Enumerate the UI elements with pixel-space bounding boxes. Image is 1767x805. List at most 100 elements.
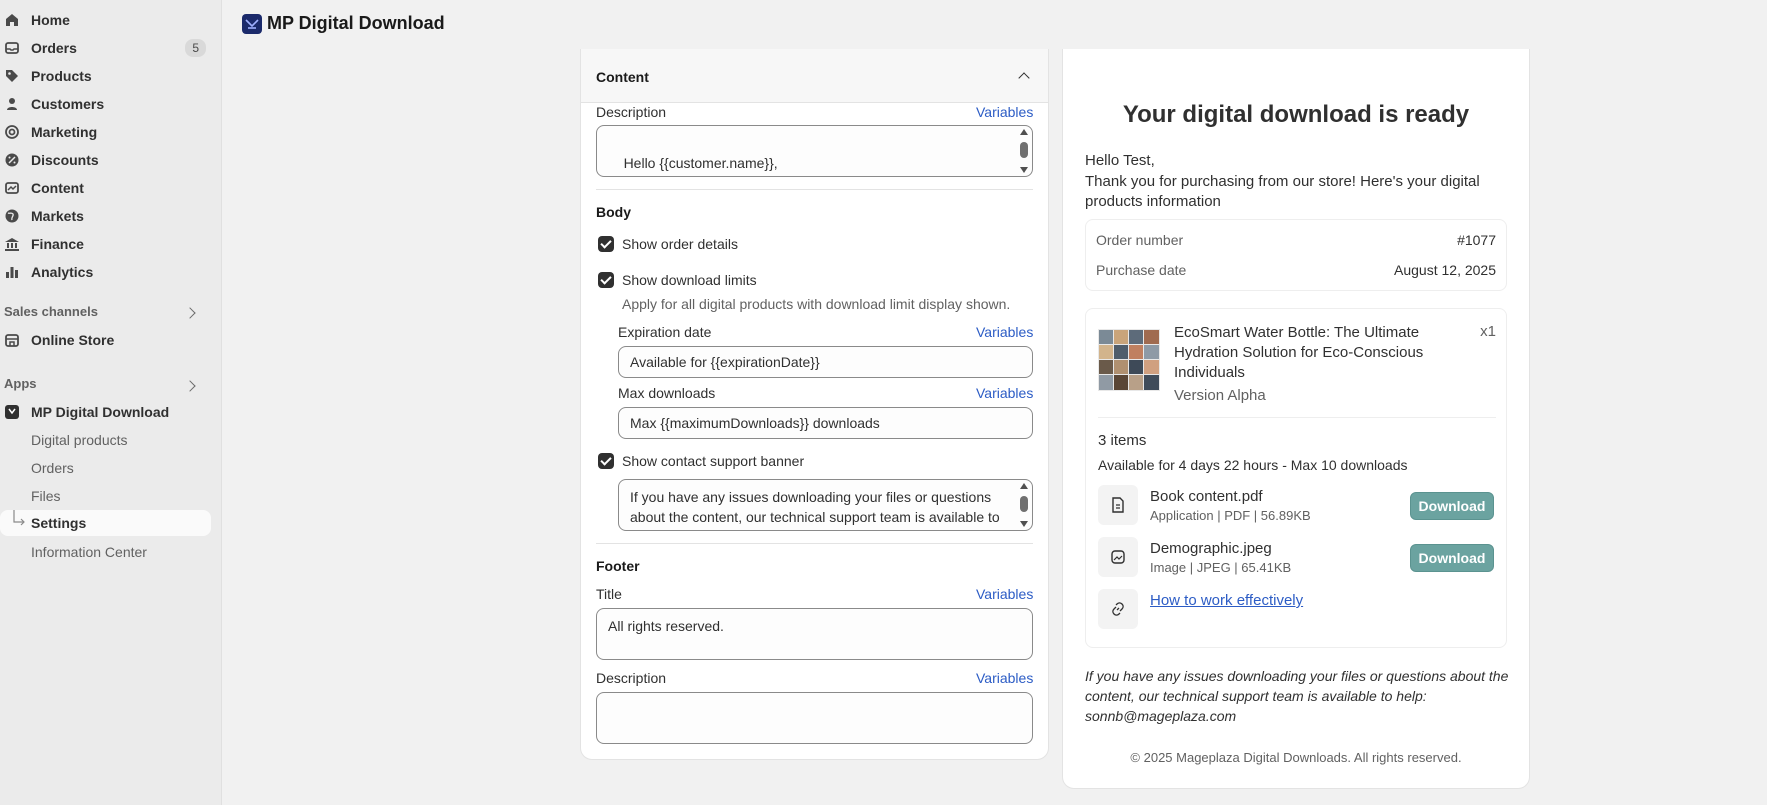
page-title: MP Digital Download [267, 13, 445, 33]
image-icon [1111, 550, 1125, 564]
max-downloads-label: Max downloads [618, 385, 716, 401]
orders-count-badge: 5 [185, 39, 206, 57]
variables-link[interactable]: Variables [976, 104, 1033, 120]
scrollbar[interactable] [1018, 128, 1030, 174]
variables-link[interactable]: Variables [976, 324, 1033, 340]
variables-link[interactable]: Variables [976, 385, 1033, 401]
support-banner-text: If you have any issues downloading your … [1085, 668, 1509, 724]
content-section-title: Content [596, 69, 649, 85]
subnav-orders[interactable]: Orders [0, 455, 211, 481]
nav-markets[interactable]: Markets [0, 203, 211, 229]
preview-intro: Thank you for purchasing from our store!… [1085, 173, 1480, 210]
product-version: Version Alpha [1174, 387, 1266, 404]
subnav-files[interactable]: Files [0, 483, 211, 509]
discount-icon [5, 153, 19, 167]
nav-label: Products [31, 68, 92, 84]
description-textarea-value: Hello {{customer.name}}, Thank you for p… [608, 155, 976, 176]
variables-link[interactable]: Variables [976, 670, 1033, 686]
sales-channels-heading: Sales channels [4, 304, 98, 319]
home-icon [6, 14, 18, 26]
app-logo-icon [242, 14, 262, 34]
body-heading: Body [596, 204, 631, 220]
description-textarea[interactable]: Hello {{customer.name}}, Thank you for p… [596, 125, 1033, 177]
divider [596, 543, 1033, 544]
resource-link[interactable]: How to work effectively [1150, 592, 1303, 609]
expiration-date-input[interactable]: Available for {{expirationDate}} [618, 346, 1033, 378]
file-meta: Application | PDF | 56.89KB [1150, 508, 1311, 523]
purchase-date-value: August 12, 2025 [1394, 262, 1496, 278]
nav-discounts[interactable]: Discounts [0, 147, 211, 173]
nav-label: Content [31, 180, 84, 196]
product-quantity: x1 [1480, 323, 1496, 340]
nav-label: Marketing [31, 124, 98, 140]
target-icon [5, 125, 19, 139]
product-name: EcoSmart Water Bottle: The Ultimate Hydr… [1174, 324, 1424, 381]
subnav-settings[interactable]: Settings [0, 510, 211, 536]
show-order-details-checkbox[interactable] [598, 236, 614, 252]
nav-marketing[interactable]: Marketing [0, 119, 211, 145]
nav-products[interactable]: Products [0, 63, 211, 89]
nav-label: Markets [31, 208, 84, 224]
subnav-label: Settings [31, 515, 87, 531]
link-icon [1112, 602, 1124, 616]
scrollbar[interactable] [1018, 482, 1030, 528]
subnav-label: Information Center [31, 544, 147, 560]
email-preview-card: Your digital download is ready Hello Tes… [1062, 49, 1530, 789]
footer-title-textarea[interactable]: All rights reserved. [596, 608, 1033, 660]
download-button[interactable]: Download [1410, 492, 1494, 520]
bar-chart-icon [6, 267, 18, 278]
chevron-right-icon[interactable] [184, 307, 196, 319]
nav-finance[interactable]: Finance [0, 231, 211, 257]
product-thumbnail [1098, 329, 1160, 391]
nav-mp-digital-download[interactable]: MP Digital Download [0, 399, 211, 425]
nav-analytics[interactable]: Analytics [0, 259, 211, 285]
items-count: 3 items [1098, 432, 1147, 449]
show-download-limits-checkbox[interactable] [598, 272, 614, 288]
footer-heading: Footer [596, 558, 640, 574]
content-icon [5, 182, 19, 194]
expiration-date-label: Expiration date [618, 324, 712, 340]
availability-text: Available for 4 days 22 hours - Max 10 d… [1098, 457, 1408, 473]
download-button[interactable]: Download [1410, 544, 1494, 572]
max-downloads-input[interactable]: Max {{maximumDownloads}} downloads [618, 407, 1033, 439]
nav-online-store[interactable]: Online Store [0, 327, 211, 353]
show-order-details-label: Show order details [622, 236, 738, 252]
orders-icon [5, 42, 19, 54]
footer-description-textarea[interactable] [596, 692, 1033, 744]
chevron-right-icon[interactable] [184, 380, 196, 392]
preview-title: Your digital download is ready [1122, 101, 1470, 128]
file-meta: Image | JPEG | 65.41KB [1150, 560, 1292, 575]
nav-label: MP Digital Download [31, 404, 170, 420]
tag-icon [6, 70, 18, 82]
subnav-label: Files [31, 488, 61, 504]
purchase-date-label: Purchase date [1096, 262, 1187, 278]
variables-link[interactable]: Variables [976, 586, 1033, 602]
order-number-label: Order number [1096, 232, 1184, 248]
file-row-icon [1098, 485, 1138, 525]
content-editor-card: Content Description Variables Hello {{cu… [580, 49, 1049, 760]
chevron-up-icon[interactable] [1018, 72, 1030, 84]
globe-icon [5, 209, 19, 223]
show-support-banner-label: Show contact support banner [622, 453, 805, 469]
nav-orders[interactable]: Orders 5 [0, 35, 211, 61]
description-label: Description [596, 104, 667, 120]
preview-greeting: Hello Test, [1085, 152, 1155, 169]
subnav-label: Orders [31, 460, 74, 476]
subnav-digital-products[interactable]: Digital products [0, 427, 211, 453]
subnav-information-center[interactable]: Information Center [0, 539, 211, 565]
file-icon [1112, 497, 1124, 513]
nav-content[interactable]: Content [0, 175, 211, 201]
download-limits-help: Apply for all digital products with down… [622, 296, 1011, 312]
show-support-banner-checkbox[interactable] [598, 453, 614, 469]
sidebar: Home Orders 5 Products Customers Marketi… [0, 0, 222, 805]
content-section-header[interactable]: Content [581, 49, 1048, 103]
nav-home[interactable]: Home [0, 7, 211, 33]
subnav-label: Digital products [31, 432, 128, 448]
nav-label: Finance [31, 236, 84, 252]
file-row-icon [1098, 537, 1138, 577]
support-banner-textarea[interactable]: If you have any issues downloading your … [618, 479, 1033, 531]
divider [1098, 417, 1496, 418]
nav-customers[interactable]: Customers [0, 91, 211, 117]
preview-footer: © 2025 Mageplaza Digital Downloads. All … [1130, 750, 1462, 765]
show-download-limits-label: Show download limits [622, 272, 757, 288]
